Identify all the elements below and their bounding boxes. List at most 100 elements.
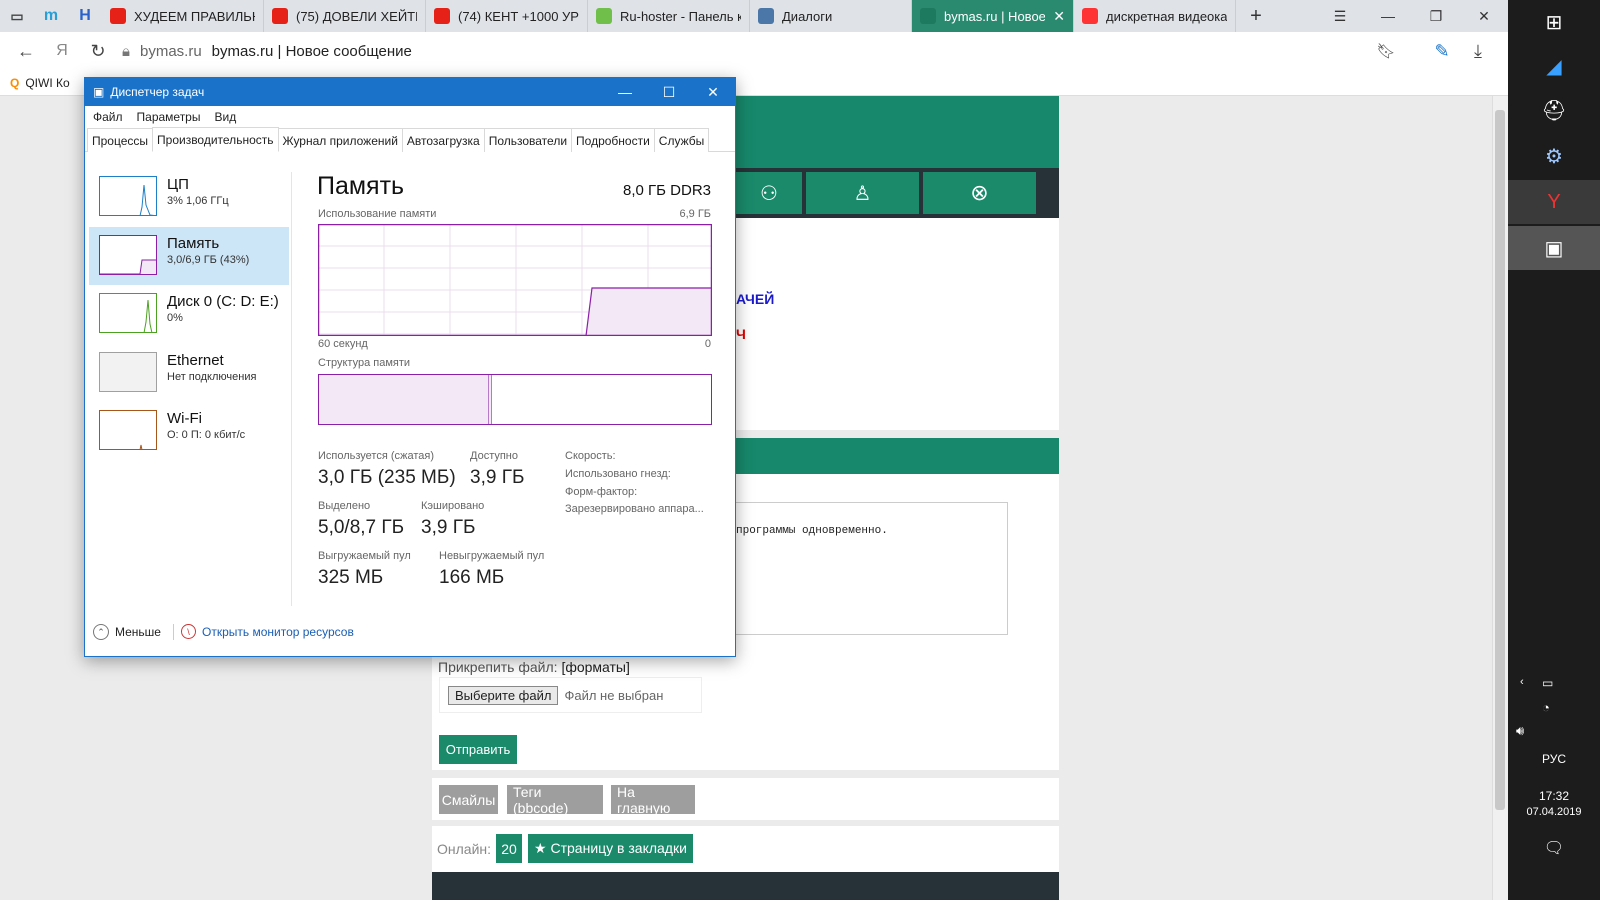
online-count[interactable]: 20 <box>496 834 522 863</box>
language-indicator[interactable]: РУС <box>1508 752 1600 766</box>
bookmark-qiwi[interactable]: QIWI Ко <box>25 76 69 90</box>
memory-structure-bar <box>318 374 712 425</box>
download-icon[interactable]: ⤓ <box>1460 32 1496 70</box>
pinned-tab-m-icon[interactable]: m <box>34 0 68 32</box>
tm-heading: Память <box>317 172 405 200</box>
address-bar: ← Я ↻ 🔒︎ bymas.ru bymas.ru | Новое сообщ… <box>0 32 1508 70</box>
tray-expand-icon[interactable]: ‹ <box>1520 676 1524 688</box>
yandex-browser-icon[interactable]: Y <box>1508 180 1600 224</box>
sidebar-item-name: Диск 0 (C: D: E:) <box>167 293 279 310</box>
tm-tab[interactable]: Производительность <box>152 127 279 152</box>
tm-menu-item[interactable]: Файл <box>93 110 123 124</box>
no-file-text: Файл не выбран <box>564 687 664 703</box>
browser-tab-bar: ▭ m H ХУДЕЕМ ПРАВИЛЬНО (75) ДОВЕЛИ ХЕЙТЕР… <box>0 0 1508 32</box>
tags-button[interactable]: Теги (bbcode) <box>507 784 603 816</box>
clock-time[interactable]: 17:32 <box>1508 789 1600 803</box>
tray-battery-icon[interactable]: ▭ <box>1542 676 1553 690</box>
url-field[interactable]: 🔒︎ bymas.ru bymas.ru | Новое сообщение <box>122 36 1368 66</box>
tm-titlebar[interactable]: ▣ Диспетчер задач — ☐ ✕ <box>85 78 735 106</box>
back-icon[interactable]: ← <box>8 32 44 70</box>
tray-wifi-icon[interactable]: ◔ <box>1542 700 1550 715</box>
app-helmet-icon[interactable]: ⛑ <box>1508 88 1600 132</box>
tray-volume-icon[interactable]: 🔊︎ <box>1516 723 1524 739</box>
reload-icon[interactable]: ↻ <box>80 32 116 70</box>
browser-tab-label: дискретная видеокар <box>1106 8 1227 24</box>
submit-button[interactable]: Отправить <box>439 735 517 764</box>
tm-tab[interactable]: Пользователи <box>483 128 573 152</box>
url-title: bymas.ru | Новое сообщение <box>211 42 412 60</box>
bookmark-icon[interactable]: 🔖︎ <box>1368 32 1404 70</box>
youtube-icon <box>434 8 450 24</box>
fewer-details-button[interactable]: ⌃ Меньше <box>93 624 161 640</box>
close-button[interactable]: ✕ <box>1460 0 1508 32</box>
restore-button[interactable]: ❐ <box>1412 0 1460 32</box>
tm-tab[interactable]: Журнал приложений <box>277 128 403 152</box>
resource-monitor-link[interactable]: \ Открыть монитор ресурсов <box>181 624 354 639</box>
structure-in-use[interactable] <box>319 375 489 424</box>
time-right-label: 0 <box>704 338 711 350</box>
nav-friends-button[interactable]: ⚇ <box>736 172 802 214</box>
browser-tab[interactable]: Диалоги <box>750 0 912 32</box>
tm-tab[interactable]: Подробности <box>571 128 655 152</box>
pinned-tab-h-icon[interactable]: H <box>68 0 102 32</box>
lock-icon[interactable]: 🔒︎ <box>122 43 130 60</box>
app-blue-icon[interactable]: ◢ <box>1508 44 1600 88</box>
home-button[interactable]: На главную <box>611 784 695 816</box>
tm-minimize-button[interactable]: — <box>603 78 647 106</box>
in-use-value: 3,0 ГБ (235 МБ) <box>318 467 456 488</box>
tm-sidebar-item[interactable]: Память 3,0/6,9 ГБ (43%) <box>89 226 289 285</box>
clock-date[interactable]: 07.04.2019 <box>1508 806 1600 818</box>
bookmark-page-button[interactable]: ★ Страницу в закладки <box>528 834 693 863</box>
in-use-label: Используется (сжатая) <box>318 450 435 462</box>
speed-label: Скорость: <box>565 450 616 462</box>
scrollbar-thumb[interactable] <box>1495 110 1505 810</box>
tm-tabs: Процессы Производительность Журнал приложе… <box>85 127 735 152</box>
smiles-button[interactable]: Смайлы <box>439 785 498 814</box>
browser-tab[interactable]: Ru-hoster - Панель к <box>588 0 750 32</box>
tm-maximize-button[interactable]: ☐ <box>647 78 691 106</box>
extensions-icon[interactable]: ✎ <box>1424 32 1460 70</box>
resmon-label: Открыть монитор ресурсов <box>202 624 354 639</box>
choose-file-button[interactable]: Выберите файл <box>448 685 559 705</box>
browser-tab[interactable]: bymas.ru | Новое с ✕ <box>912 0 1074 32</box>
minimize-button[interactable]: — <box>1364 0 1412 32</box>
browser-tab[interactable]: ХУДЕЕМ ПРАВИЛЬНО <box>102 0 264 32</box>
notification-icon[interactable]: 🗨︎ <box>1508 826 1600 870</box>
tm-menu-item[interactable]: Вид <box>214 110 236 124</box>
task-manager-icon[interactable]: ▣ <box>1508 226 1600 270</box>
cached-label: Кэшировано <box>421 500 485 512</box>
yandex-logo-icon[interactable]: Я <box>44 32 80 70</box>
browser-menu-icon[interactable]: ☰ <box>1316 0 1364 32</box>
tm-tab[interactable]: Службы <box>653 128 710 152</box>
tm-close-button[interactable]: ✕ <box>691 78 735 106</box>
formats-link[interactable]: [форматы] <box>561 659 629 675</box>
tm-sidebar-item[interactable]: ЦП 3% 1,06 ГГц <box>89 168 289 226</box>
tm-tab[interactable]: Автозагрузка <box>401 128 485 152</box>
new-tab-button[interactable]: + <box>1236 0 1276 32</box>
tm-sidebar-item[interactable]: Диск 0 (C: D: E:) 0% <box>89 285 289 343</box>
tm-menu-item[interactable]: Параметры <box>137 110 201 124</box>
message-textarea[interactable]: программы одновременно. <box>736 502 1008 635</box>
browser-tab[interactable]: (74) КЕНТ +1000 УРО <box>426 0 588 32</box>
browser-tab-label: ХУДЕЕМ ПРАВИЛЬНО <box>134 8 255 24</box>
usage-label: Использование памяти <box>318 208 437 220</box>
structure-free[interactable] <box>492 375 711 424</box>
browser-tab[interactable]: (75) ДОВЕЛИ ХЕЙТЕР <box>264 0 426 32</box>
attach-label: Прикрепить файл: [форматы] <box>438 659 630 675</box>
tm-sidebar-item[interactable]: Wi-Fi О: 0 П: 0 кбит/с <box>89 402 289 460</box>
partial-link[interactable]: АЧЕЙ <box>736 291 774 307</box>
tab-panel-icon[interactable]: ▭ <box>0 0 34 32</box>
start-windows-icon[interactable]: ⊞ <box>1508 0 1600 44</box>
tm-tab[interactable]: Процессы <box>87 128 154 152</box>
steam-icon[interactable]: ⚙ <box>1508 134 1600 178</box>
tm-footer-divider <box>173 624 174 640</box>
nav-close-button[interactable]: ⊗ <box>923 172 1036 214</box>
attach-label-text: Прикрепить файл: <box>438 659 558 675</box>
resource-thumbnail-graph <box>99 176 157 216</box>
browser-tab-label: Ru-hoster - Панель к <box>620 8 741 24</box>
tm-sidebar-item[interactable]: Ethernet Нет подключения <box>89 344 289 402</box>
tab-close-icon[interactable]: ✕ <box>1053 8 1065 25</box>
nav-profile-button[interactable]: ♙ <box>806 172 919 214</box>
browser-tab[interactable]: дискретная видеокар <box>1074 0 1236 32</box>
paged-value: 325 МБ <box>318 567 384 588</box>
